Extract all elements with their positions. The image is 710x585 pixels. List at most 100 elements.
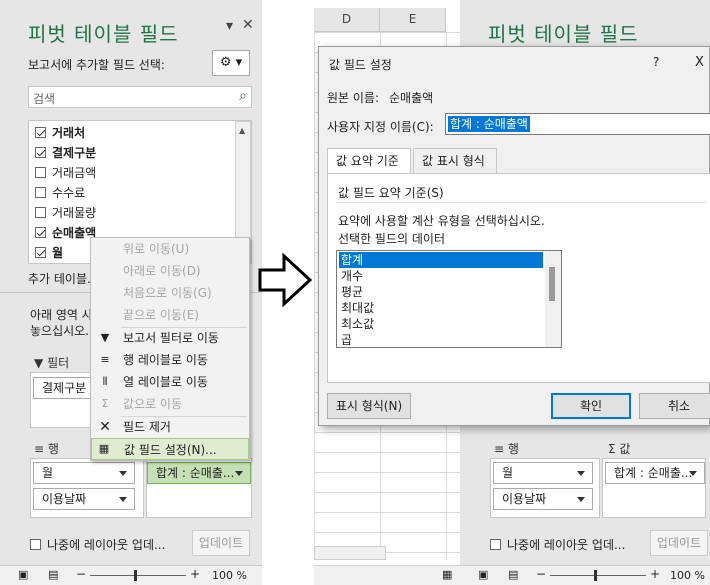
- values-area[interactable]: 합계 : 순매출...: [602, 458, 706, 518]
- data-label: 선택한 필드의 데이터: [338, 232, 445, 246]
- checkbox-checked-icon[interactable]: [35, 127, 46, 138]
- custom-name-label: 사용자 지정 이름(C):: [327, 120, 434, 134]
- pane-options-button[interactable]: ▾: [226, 18, 233, 34]
- zoom-level[interactable]: 100 %: [212, 569, 247, 582]
- normal-view-icon[interactable]: ▦: [442, 568, 452, 581]
- checkbox-icon[interactable]: [35, 167, 46, 178]
- zoom-slider-thumb[interactable]: [134, 570, 137, 581]
- menu-item-move-to-values[interactable]: Σ 값으로 이동: [91, 393, 249, 415]
- list-item[interactable]: 최대값: [339, 300, 543, 316]
- checkbox-checked-icon[interactable]: [35, 247, 46, 258]
- list-item[interactable]: 합계: [339, 252, 543, 268]
- zoom-in-icon[interactable]: +: [650, 567, 660, 581]
- listbox-scrollbar[interactable]: [545, 251, 561, 347]
- tab-show-values-as[interactable]: 값 표시 형식: [413, 148, 497, 174]
- filter-icon: ▼: [100, 331, 110, 344]
- sigma-icon: Σ: [608, 442, 616, 456]
- values-area[interactable]: 합계 : 순매출...: [146, 458, 252, 518]
- menu-item-move-last[interactable]: 끝으로 이동(E): [91, 304, 249, 326]
- checkbox-checked-icon[interactable]: [35, 227, 46, 238]
- column-header-d[interactable]: D: [314, 8, 380, 32]
- source-name-value: 순매출액: [389, 91, 434, 105]
- defer-update[interactable]: 나중에 레이아웃 업데...: [30, 536, 165, 553]
- rows-item-dropdown[interactable]: 이용날짜: [493, 488, 593, 510]
- horizontal-scrollbar[interactable]: [314, 546, 386, 560]
- zoom-in-icon[interactable]: +: [190, 567, 200, 581]
- update-button[interactable]: 업데이트: [650, 530, 708, 556]
- zoom-out-icon[interactable]: −: [76, 567, 86, 581]
- list-item[interactable]: 평균: [339, 284, 543, 300]
- rows-item-dropdown[interactable]: 월: [33, 462, 135, 484]
- checkbox-icon[interactable]: [30, 539, 41, 550]
- field-item[interactable]: 순매출액: [35, 223, 96, 243]
- status-bar: ▣ ▤ − + 100 %: [0, 565, 262, 585]
- column-header-e[interactable]: E: [380, 8, 446, 32]
- filter-icon: ▼: [34, 356, 44, 370]
- list-item[interactable]: 개수: [339, 268, 543, 284]
- page-layout-icon[interactable]: ▣: [478, 568, 488, 581]
- menu-item-move-first[interactable]: 처음으로 이동(G): [91, 282, 249, 304]
- list-item[interactable]: 곱: [339, 332, 543, 347]
- close-icon: ✕: [99, 419, 111, 435]
- zoom-slider-thumb[interactable]: [594, 570, 597, 581]
- number-format-button[interactable]: 표시 형식(N): [327, 393, 411, 419]
- menu-item-move-up[interactable]: 위로 이동(U): [91, 238, 249, 260]
- source-name-label: 원본 이름:: [327, 91, 380, 105]
- list-item[interactable]: 최소값: [339, 316, 543, 332]
- normal-view-icon[interactable]: ▣: [18, 568, 28, 581]
- values-item-dropdown[interactable]: 합계 : 순매출...: [605, 462, 705, 484]
- page-layout-icon[interactable]: ▤: [48, 568, 58, 581]
- scroll-up-icon[interactable]: ▲: [239, 126, 245, 135]
- custom-name-input[interactable]: 합계 : 순매출액: [445, 113, 710, 135]
- close-icon[interactable]: X: [695, 55, 704, 70]
- rows-icon: ≡: [100, 353, 110, 366]
- rows-item-dropdown[interactable]: 이용날짜: [33, 488, 135, 510]
- menu-item-move-to-columns[interactable]: ⫴ 열 레이블로 이동: [91, 371, 249, 393]
- tab-summarize-by[interactable]: 값 요약 기준: [327, 148, 411, 174]
- defer-update[interactable]: 나중에 레이아웃 업데...: [490, 536, 625, 553]
- help-button[interactable]: ?: [653, 55, 659, 69]
- rows-item-dropdown[interactable]: 월: [493, 462, 593, 484]
- zoom-out-icon[interactable]: −: [536, 567, 546, 581]
- close-icon[interactable]: ✕: [242, 17, 254, 33]
- ok-button[interactable]: 확인: [551, 393, 631, 419]
- zoom-level[interactable]: 100 %: [670, 569, 705, 582]
- page-break-icon[interactable]: ▤: [508, 568, 518, 581]
- cancel-button[interactable]: 취소: [639, 393, 710, 419]
- checkbox-checked-icon[interactable]: [35, 147, 46, 158]
- listbox-scroll-thumb[interactable]: [549, 267, 555, 301]
- field-item[interactable]: 월: [35, 243, 63, 263]
- zoom-slider[interactable]: [550, 575, 646, 576]
- field-item[interactable]: 결제구분: [35, 143, 96, 163]
- menu-item-value-field-settings[interactable]: ▦ 값 필드 설정(N)...: [91, 438, 249, 460]
- menu-item-move-to-filter[interactable]: ▼ 보고서 필터로 이동: [91, 327, 249, 349]
- zoom-slider[interactable]: [90, 575, 186, 576]
- filter-area-header: ▼ 필터: [34, 356, 70, 370]
- field-item[interactable]: 수수료: [35, 183, 85, 203]
- tab-panel: 값 필드 요약 기준(S) 요약에 사용할 계산 유형을 선택하십시오. 선택한…: [327, 173, 710, 383]
- custom-name-value: 합계 : 순매출액: [448, 116, 530, 132]
- field-item[interactable]: 거래물량: [35, 203, 96, 223]
- search-input[interactable]: 검색 ⌕: [28, 86, 252, 108]
- search-placeholder: 검색: [33, 92, 56, 106]
- rows-area[interactable]: 월 이용날짜: [490, 458, 600, 518]
- group-label: 값 필드 요약 기준(S): [338, 186, 444, 200]
- more-tables-link[interactable]: 추가 테이블...: [28, 270, 98, 287]
- checkbox-icon[interactable]: [35, 187, 46, 198]
- menu-item-move-down[interactable]: 아래로 이동(D): [91, 260, 249, 282]
- areas-hint: 아래 영역 사: [30, 308, 93, 322]
- function-listbox[interactable]: 합계 개수 평균 최대값 최소값 곱: [336, 250, 562, 348]
- checkbox-icon[interactable]: [35, 207, 46, 218]
- rows-icon: ≡: [494, 442, 505, 456]
- checkbox-icon[interactable]: [490, 539, 501, 550]
- field-item[interactable]: 거래처: [35, 123, 85, 143]
- menu-item-remove-field[interactable]: ✕ 필드 제거: [91, 416, 249, 438]
- gear-icon[interactable]: ⚙ ▾: [212, 50, 250, 76]
- rows-area[interactable]: 월 이용날짜: [30, 458, 144, 518]
- columns-icon: ⫴: [102, 375, 108, 388]
- value-field-settings-dialog: 값 필드 설정 ? X 원본 이름: 순매출액 사용자 지정 이름(C): 합계…: [318, 46, 710, 426]
- menu-item-move-to-rows[interactable]: ≡ 행 레이블로 이동: [91, 349, 249, 371]
- field-item[interactable]: 거래금액: [35, 163, 96, 183]
- values-item-dropdown[interactable]: 합계 : 순매출...: [147, 462, 251, 484]
- update-button[interactable]: 업데이트: [192, 530, 250, 556]
